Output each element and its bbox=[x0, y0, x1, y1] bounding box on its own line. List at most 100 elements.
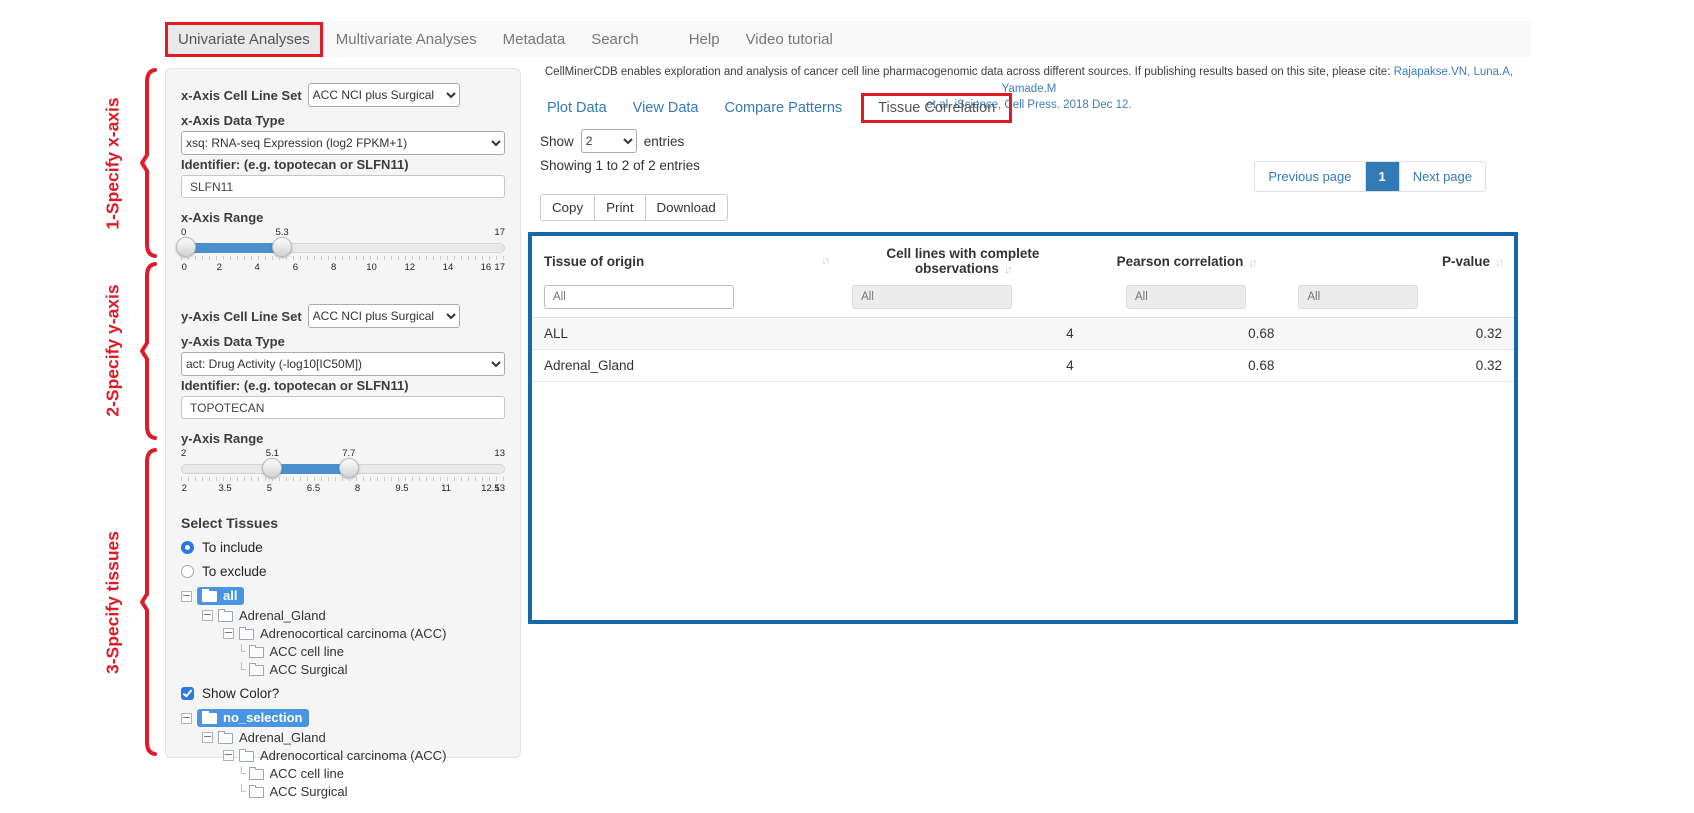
sort-icon[interactable]: ↓↑ bbox=[1248, 257, 1255, 269]
column-label: Pearson correlation bbox=[1117, 254, 1244, 269]
y-identifier-input[interactable] bbox=[181, 396, 505, 419]
entries-control: Show 2 entries bbox=[540, 129, 684, 153]
column-header-p-value[interactable]: P-value↓↑ bbox=[1286, 236, 1514, 283]
folder-icon bbox=[249, 787, 264, 798]
previous-page-button[interactable]: Previous page bbox=[1255, 162, 1364, 191]
y-tick: 13 bbox=[494, 484, 505, 494]
next-page-button[interactable]: Next page bbox=[1399, 162, 1485, 191]
column-header-pearson-correlation[interactable]: Pearson correlation ↓↑ bbox=[1086, 236, 1287, 283]
folder-icon bbox=[249, 647, 264, 658]
filter-p-value-input[interactable] bbox=[1298, 285, 1418, 309]
tab-view-data[interactable]: View Data bbox=[620, 93, 712, 123]
nav-item-video-tutorial[interactable]: Video tutorial bbox=[733, 22, 846, 57]
x-identifier-input[interactable] bbox=[181, 175, 505, 198]
entries-select[interactable]: 2 bbox=[581, 129, 637, 153]
tree-node-acc-surgical[interactable]: └ ACC Surgical bbox=[181, 662, 505, 677]
page-1-button[interactable]: 1 bbox=[1365, 162, 1399, 191]
nav-item-metadata[interactable]: Metadata bbox=[490, 22, 579, 57]
radio-include-icon[interactable] bbox=[181, 541, 194, 554]
y-data-type-select[interactable]: act: Drug Activity (-log10[IC50M]) bbox=[181, 352, 505, 376]
result-tabs: Plot Data View Data Compare Patterns Tis… bbox=[534, 93, 1012, 123]
collapse-icon[interactable] bbox=[202, 610, 213, 621]
copy-button[interactable]: Copy bbox=[540, 194, 595, 221]
tree-node-acc-surgical-2[interactable]: └ ACC Surgical bbox=[181, 784, 505, 799]
tissue-correlation-table: Tissue of origin↓↑ Cell lines with compl… bbox=[532, 236, 1514, 382]
x-data-type-label: x-Axis Data Type bbox=[181, 113, 505, 128]
print-button[interactable]: Print bbox=[594, 194, 645, 221]
x-tick: 10 bbox=[366, 263, 377, 273]
y-cell-line-set-select[interactable]: ACC NCI plus Surgical bbox=[308, 304, 460, 328]
nav-item-multivariate-analyses[interactable]: Multivariate Analyses bbox=[323, 22, 490, 57]
annotation-brace-tissues bbox=[140, 448, 158, 756]
table-row[interactable]: Adrenal_Gland 4 0.68 0.32 bbox=[532, 350, 1514, 382]
annotation-specify-x-axis: 1-Specify x-axis bbox=[103, 79, 124, 249]
filter-tissue-input[interactable] bbox=[544, 285, 734, 309]
tissue-include-option[interactable]: To include bbox=[181, 540, 505, 555]
nav-item-help[interactable]: Help bbox=[676, 22, 733, 57]
x-range-handle-max[interactable] bbox=[272, 237, 292, 257]
x-tick: 8 bbox=[331, 263, 336, 273]
y-range-min-label: 2 bbox=[181, 449, 186, 459]
y-range-handle-min[interactable] bbox=[262, 458, 282, 478]
tab-plot-data[interactable]: Plot Data bbox=[534, 93, 620, 123]
collapse-icon[interactable] bbox=[181, 591, 192, 602]
tissue-correlation-table-box: Tissue of origin↓↑ Cell lines with compl… bbox=[528, 232, 1518, 624]
folder-icon bbox=[218, 733, 233, 744]
tree-node-label: Adrenal_Gland bbox=[239, 730, 326, 745]
tree-node-label: Adrenal_Gland bbox=[239, 608, 326, 623]
tree-node-label: ACC cell line bbox=[270, 644, 344, 659]
annotation-brace-y-axis bbox=[140, 262, 158, 440]
collapse-icon[interactable] bbox=[181, 713, 192, 724]
tree-node-acc-cell-line[interactable]: └ ACC cell line bbox=[181, 644, 505, 659]
radio-exclude-label: To exclude bbox=[202, 564, 267, 579]
collapse-icon[interactable] bbox=[223, 628, 234, 639]
download-button[interactable]: Download bbox=[645, 194, 728, 221]
tissue-exclude-option[interactable]: To exclude bbox=[181, 564, 505, 579]
nav-item-search[interactable]: Search bbox=[578, 22, 652, 57]
sort-icon[interactable]: ↓↑ bbox=[1004, 264, 1011, 276]
y-range-selected-bar bbox=[272, 464, 348, 474]
show-color-option[interactable]: Show Color? bbox=[181, 686, 505, 701]
collapse-icon[interactable] bbox=[223, 750, 234, 761]
x-tick: 14 bbox=[443, 263, 454, 273]
tree-node-acc-2[interactable]: Adrenocortical carcinoma (ACC) bbox=[181, 748, 505, 763]
filter-cell-lines-input[interactable] bbox=[852, 285, 1012, 309]
y-tick: 6.5 bbox=[307, 484, 320, 494]
show-color-checkbox[interactable] bbox=[181, 687, 194, 700]
x-tick: 0 bbox=[182, 263, 187, 273]
y-tick: 11 bbox=[441, 484, 451, 494]
tab-tissue-correlation[interactable]: Tissue Correlation bbox=[861, 93, 1012, 123]
x-data-type-select[interactable]: xsq: RNA-seq Expression (log2 FPKM+1) bbox=[181, 131, 505, 155]
tree-node-acc-cell-line-2[interactable]: └ ACC cell line bbox=[181, 766, 505, 781]
nav-item-univariate-analyses[interactable]: Univariate Analyses bbox=[165, 22, 323, 57]
tree-corner-icon: └ bbox=[237, 644, 246, 659]
tree-node-acc[interactable]: Adrenocortical carcinoma (ACC) bbox=[181, 626, 505, 641]
filter-pearson-input[interactable] bbox=[1126, 285, 1246, 309]
collapse-icon[interactable] bbox=[202, 732, 213, 743]
sort-icon[interactable]: ↓↑ bbox=[1495, 257, 1502, 269]
tab-compare-patterns[interactable]: Compare Patterns bbox=[711, 93, 855, 123]
pagination: Previous page 1 Next page bbox=[1254, 161, 1486, 192]
column-header-cell-lines[interactable]: Cell lines with complete observations↓↑ bbox=[840, 236, 1086, 283]
tissue-tree-include: all Adrenal_Gland Adrenocortical carcino… bbox=[181, 587, 505, 677]
tree-node-label: no_selection bbox=[223, 710, 302, 725]
table-row[interactable]: ALL 4 0.68 0.32 bbox=[532, 318, 1514, 350]
tree-node-no-selection[interactable]: no_selection bbox=[181, 709, 505, 727]
y-range-slider[interactable]: 2 5.1 7.7 13 2 3.5 5 6.5 8 9.5 11 12.5 1… bbox=[181, 449, 505, 499]
x-range-handle-min[interactable] bbox=[176, 237, 196, 257]
tree-node-adrenal-gland[interactable]: Adrenal_Gland bbox=[181, 608, 505, 623]
radio-include-label: To include bbox=[202, 540, 263, 555]
radio-exclude-icon[interactable] bbox=[181, 565, 194, 578]
tree-node-adrenal-gland-2[interactable]: Adrenal_Gland bbox=[181, 730, 505, 745]
cell-tissue: Adrenal_Gland bbox=[532, 350, 840, 382]
sort-icon[interactable]: ↓↑ bbox=[821, 255, 828, 267]
x-cell-line-set-select[interactable]: ACC NCI plus Surgical bbox=[308, 83, 460, 107]
column-header-tissue-of-origin[interactable]: Tissue of origin↓↑ bbox=[532, 236, 840, 283]
x-range-slider[interactable]: 0 5.3 17 0 2 4 6 8 10 12 14 16 17 bbox=[181, 228, 505, 278]
tree-node-all[interactable]: all bbox=[181, 587, 505, 605]
y-tick: 2 bbox=[182, 484, 187, 494]
show-label: Show bbox=[540, 134, 574, 149]
x-tick: 16 bbox=[481, 263, 492, 273]
tree-node-label: ACC Surgical bbox=[270, 662, 348, 677]
y-range-handle-max[interactable] bbox=[339, 458, 359, 478]
